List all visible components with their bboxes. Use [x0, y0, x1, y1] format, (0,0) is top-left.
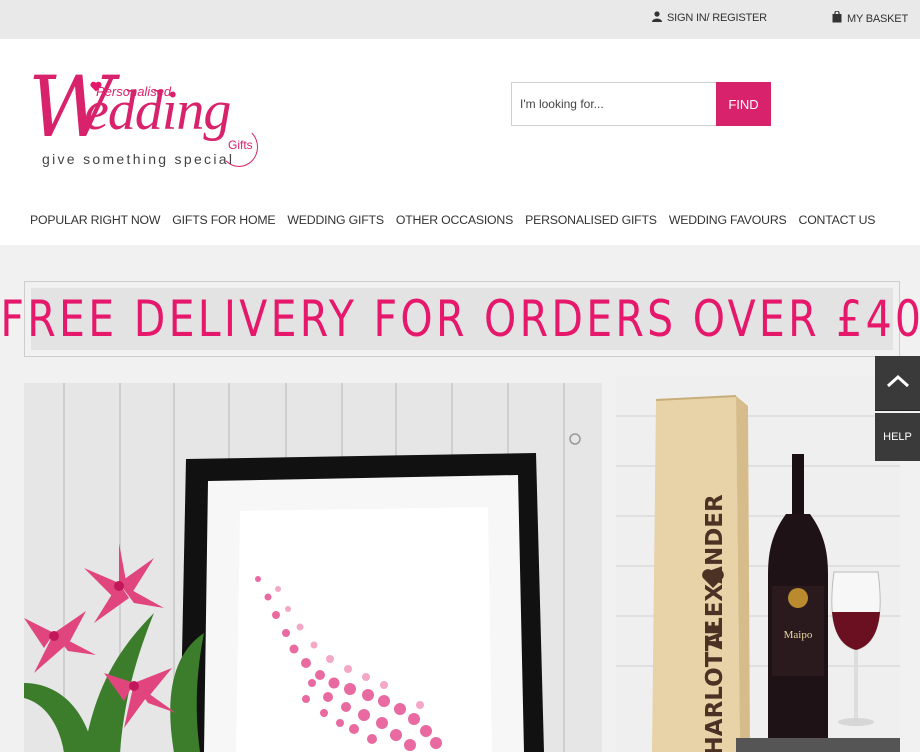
- site-header: W edding Personalised Gifts give somethi…: [0, 39, 920, 245]
- promo-inner: FREE DELIVERY FOR ORDERS OVER £40: [0, 288, 920, 350]
- bottle-brand: Maipo: [784, 629, 813, 641]
- personalised-wine-box-image: ALEXANDER CHARLOTTE Maipo: [616, 376, 900, 752]
- sign-in-register-label: SIGN IN/ REGISTER: [667, 12, 767, 24]
- framed-hearts-print-image: [24, 383, 602, 752]
- top-bar: SIGN IN/ REGISTER MY BASKET: [0, 0, 920, 39]
- logo-gifts: Gifts: [228, 138, 253, 152]
- side-widget: HELP: [875, 356, 920, 461]
- nav-other-occasions[interactable]: OTHER OCCASIONS: [396, 213, 513, 227]
- hero-banner-right[interactable]: ALEXANDER CHARLOTTE Maipo: [616, 376, 900, 752]
- my-basket-link[interactable]: MY BASKET: [832, 10, 908, 26]
- nav-gifts-for-home[interactable]: GIFTS FOR HOME: [172, 213, 275, 227]
- my-basket-label: MY BASKET: [847, 12, 908, 25]
- basket-icon: [832, 10, 842, 26]
- nav-wedding-favours[interactable]: WEDDING FAVOURS: [669, 213, 787, 227]
- main-navigation: POPULAR RIGHT NOW GIFTS FOR HOME WEDDING…: [30, 213, 887, 227]
- sign-in-register-link[interactable]: SIGN IN/ REGISTER: [652, 11, 767, 25]
- promo-text: FREE DELIVERY FOR ORDERS OVER £40: [0, 290, 920, 348]
- nav-popular-right-now[interactable]: POPULAR RIGHT NOW: [30, 213, 160, 227]
- hero-banner-left[interactable]: [24, 383, 602, 752]
- scroll-to-top-button[interactable]: [875, 356, 920, 411]
- search-input[interactable]: [511, 82, 716, 126]
- box-text-bottom: CHARLOTTE: [702, 620, 728, 752]
- logo-tagline: give something special: [42, 151, 235, 167]
- help-button[interactable]: HELP: [875, 413, 920, 461]
- search-form: FIND: [511, 82, 771, 126]
- nav-personalised-gifts[interactable]: PERSONALISED GIFTS: [525, 213, 657, 227]
- logo-personalised: Personalised: [96, 84, 172, 99]
- find-button[interactable]: FIND: [716, 82, 771, 126]
- nav-contact-us[interactable]: CONTACT US: [799, 213, 876, 227]
- nav-wedding-gifts[interactable]: WEDDING GIFTS: [287, 213, 384, 227]
- chevron-up-icon: [886, 374, 910, 393]
- free-delivery-banner[interactable]: FREE DELIVERY FOR ORDERS OVER £40: [0, 281, 920, 357]
- user-icon: [652, 11, 662, 25]
- site-logo[interactable]: W edding Personalised Gifts give somethi…: [28, 65, 268, 177]
